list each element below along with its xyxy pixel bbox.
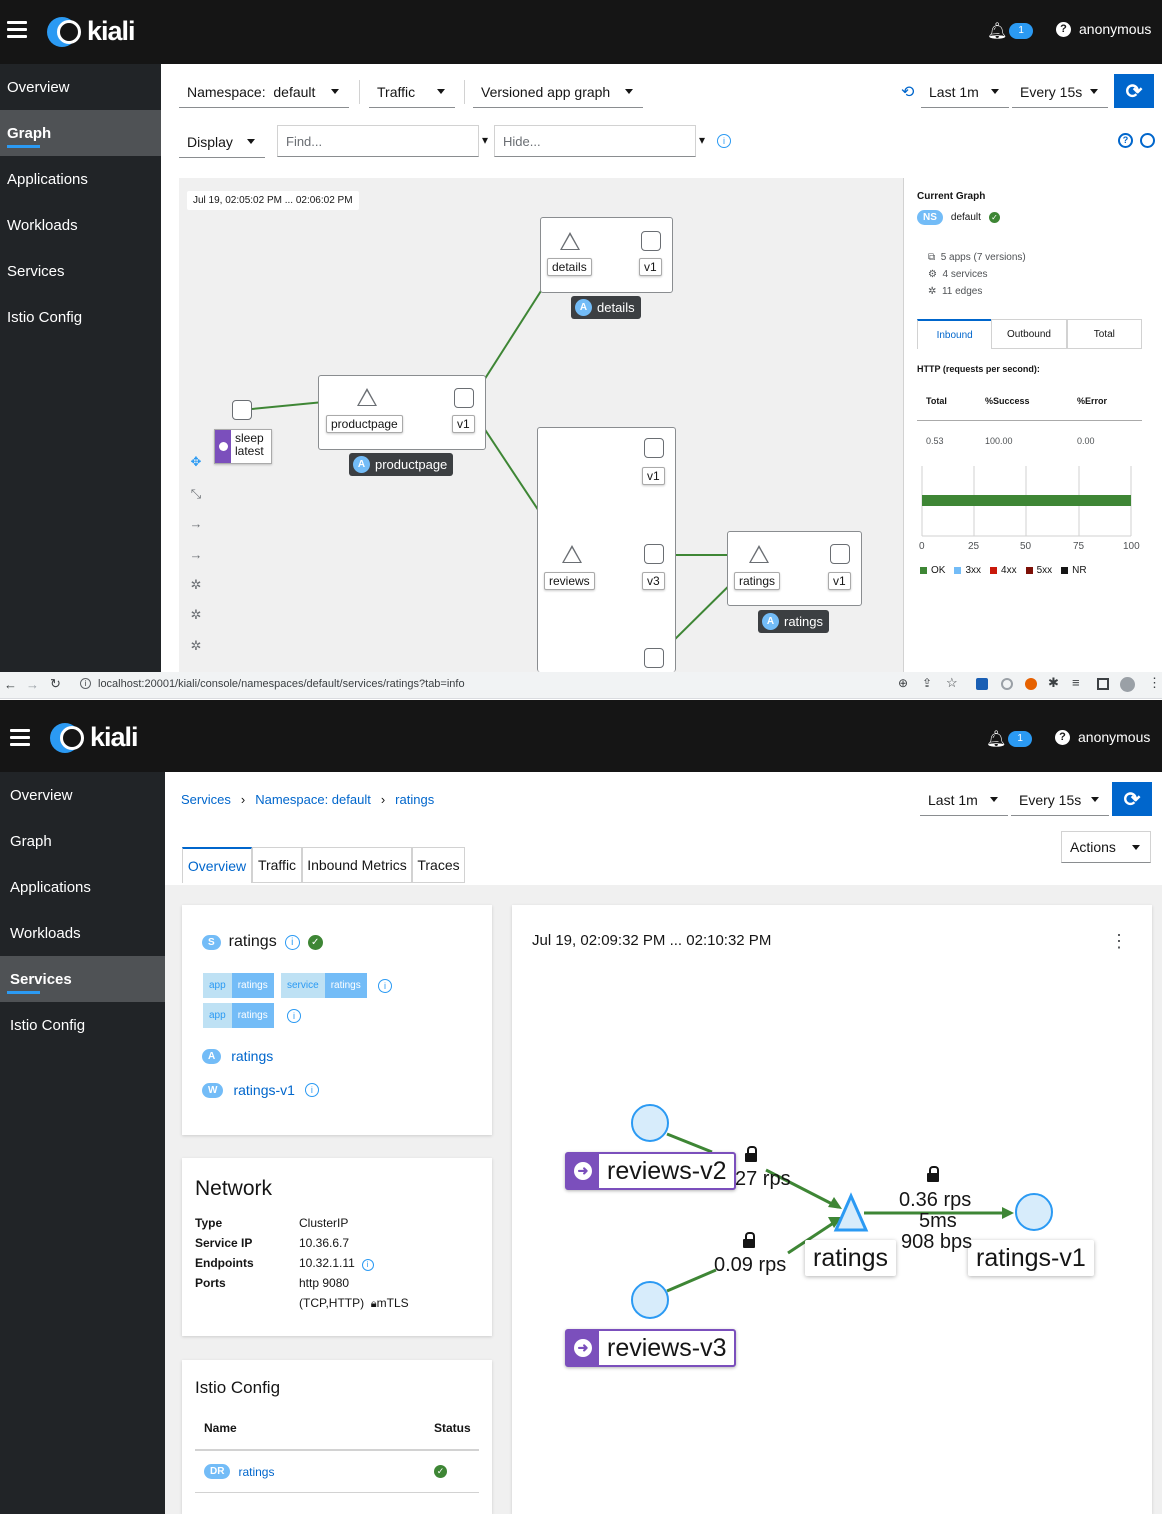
lock-icon [926, 1166, 940, 1182]
edge-label-reviews-v3: 0.09 rps [714, 1254, 787, 1276]
reviews-v2-workload-node[interactable] [631, 1104, 669, 1142]
ratings-v1-label: ratings-v1 [968, 1240, 1094, 1276]
minigraph-edges [666, 1132, 1014, 1293]
workload-arrow-icon: ➜ [567, 1154, 599, 1188]
workload-arrow-icon: ➜ [567, 1331, 599, 1365]
ratings-service-label: ratings [805, 1240, 897, 1276]
lock-icon [742, 1232, 756, 1248]
edge-label-reviews-v2: 27 rps [735, 1168, 791, 1190]
ratings-service-node [833, 1192, 869, 1232]
ratings-v1-workload-node[interactable] [1015, 1193, 1053, 1231]
edge-label-rps: 0.36 rps [899, 1189, 972, 1211]
reviews-v3-workload-node[interactable] [631, 1281, 669, 1319]
edge-label-throughput: 908 bps [901, 1231, 973, 1253]
reviews-v2-label: ➜ reviews-v2 [565, 1152, 737, 1190]
reviews-v3-label: ➜ reviews-v3 [565, 1329, 737, 1367]
edge-label-latency: 5ms [919, 1210, 957, 1232]
lock-icon [744, 1146, 758, 1162]
